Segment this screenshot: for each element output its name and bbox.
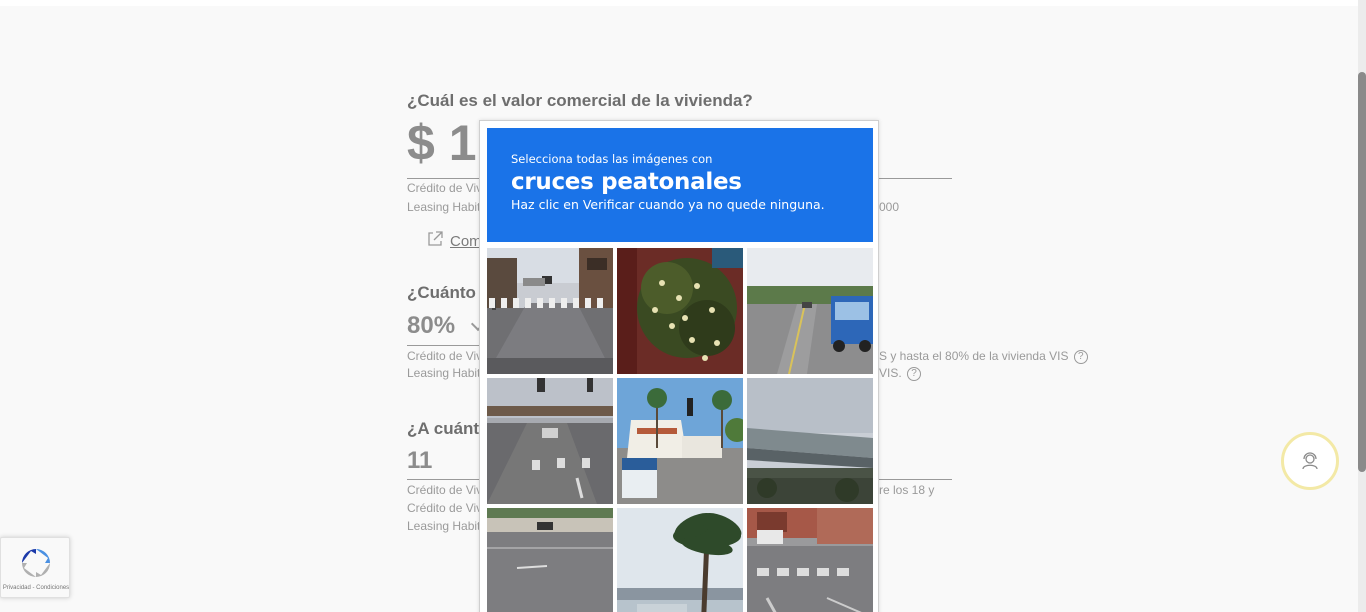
scrollbar-thumb[interactable] bbox=[1358, 72, 1366, 472]
captcha-tile-7[interactable] bbox=[487, 508, 613, 612]
loan-note-2: Leasing Habit bbox=[407, 366, 481, 380]
home-value-note-2-end: 000 bbox=[879, 200, 900, 214]
question-loan-amount: ¿Cuánto c bbox=[407, 283, 491, 302]
captcha-tile-9[interactable] bbox=[747, 508, 873, 612]
term-note-2: Crédito de Viv bbox=[407, 501, 483, 515]
recaptcha-badge[interactable]: Privacidad - Condiciones bbox=[0, 537, 70, 598]
question-home-value: ¿Cuál es el valor comercial de la vivien… bbox=[407, 91, 753, 110]
term-note-3: Leasing Habit bbox=[407, 519, 481, 533]
recaptcha-privacy-terms[interactable]: Privacidad - Condiciones bbox=[1, 585, 71, 591]
captcha-image-grid bbox=[487, 248, 873, 612]
term-input[interactable]: 11 bbox=[407, 447, 432, 475]
recaptcha-logo-icon bbox=[22, 549, 50, 577]
home-value-note-1: Crédito de Viv bbox=[407, 181, 483, 195]
captcha-tile-3[interactable] bbox=[747, 248, 873, 374]
support-chat-button[interactable] bbox=[1281, 432, 1339, 490]
question-term: ¿A cuánto bbox=[407, 419, 490, 438]
captcha-target-object: cruces peatonales bbox=[511, 169, 742, 195]
loan-percent-underline bbox=[407, 345, 482, 346]
captcha-tile-1[interactable] bbox=[487, 248, 613, 374]
loan-percent-select[interactable]: 80% bbox=[407, 312, 455, 340]
captcha-tile-2[interactable] bbox=[617, 248, 743, 374]
captcha-tile-4[interactable] bbox=[487, 378, 613, 504]
agent-icon bbox=[1302, 452, 1318, 470]
captcha-verify-hint: Haz clic en Verificar cuando ya no quede… bbox=[511, 197, 825, 212]
term-note-1: Crédito de Viv bbox=[407, 483, 483, 497]
help-icon[interactable]: ? bbox=[1073, 349, 1088, 364]
captcha-instructions: Selecciona todas las imágenes con cruces… bbox=[487, 128, 873, 242]
external-link-icon bbox=[428, 231, 443, 246]
captcha-challenge: Selecciona todas las imágenes con cruces… bbox=[479, 120, 879, 612]
loan-note-1: Crédito de Viv bbox=[407, 349, 483, 363]
loan-note-1-end: S y hasta el 80% de la vivienda VIS ? bbox=[879, 349, 1088, 364]
loan-note-2-end: VIS. ? bbox=[879, 366, 922, 381]
term-note-1-end: re los 18 y bbox=[879, 483, 935, 497]
compare-link[interactable]: Com bbox=[450, 233, 482, 250]
help-icon[interactable]: ? bbox=[907, 366, 922, 381]
captcha-tile-6[interactable] bbox=[747, 378, 873, 504]
page-scrollbar[interactable] bbox=[1358, 0, 1366, 612]
top-strip bbox=[0, 0, 1358, 6]
home-value-note-2: Leasing Habit bbox=[407, 200, 481, 214]
captcha-tile-8[interactable] bbox=[617, 508, 743, 612]
captcha-instruction-text: Selecciona todas las imágenes con bbox=[511, 152, 713, 166]
home-value-input[interactable]: $ 1 bbox=[407, 114, 477, 172]
captcha-tile-5[interactable] bbox=[617, 378, 743, 504]
